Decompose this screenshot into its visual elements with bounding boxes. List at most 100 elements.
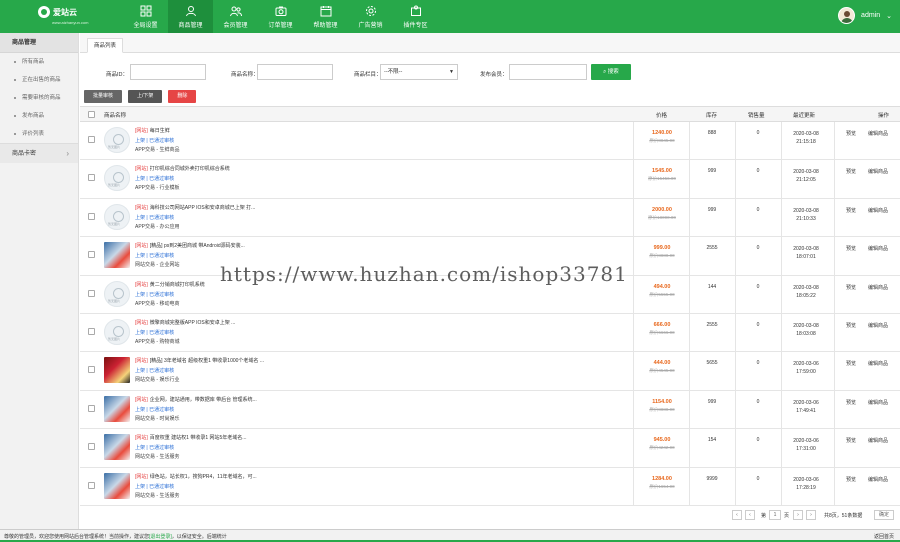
- goods-status[interactable]: 上架 | 已通过审核: [135, 137, 174, 144]
- goods-thumbnail[interactable]: [104, 472, 130, 499]
- edit-goods-link[interactable]: 编辑商品: [868, 245, 888, 252]
- shelf-toggle-button[interactable]: 上/下架: [128, 90, 163, 103]
- goods-thumbnail[interactable]: [104, 280, 130, 307]
- goods-title-text[interactable]: 微擎商城完整版APP IOS和安卓上架 ...: [150, 320, 235, 326]
- goods-thumbnail[interactable]: [104, 318, 130, 345]
- nav-item-plugins[interactable]: 插件专区: [393, 0, 438, 33]
- preview-link[interactable]: 预览: [846, 360, 856, 367]
- nav-item-marketing[interactable]: 广告营销: [348, 0, 393, 33]
- next-page-button[interactable]: ›: [793, 510, 803, 520]
- goods-title[interactable]: [网站] 绿色站，站长权1，搜狗PR4，11年老域名，可...: [135, 473, 300, 480]
- sidebar-group-card-keys[interactable]: 商品卡密 ›: [0, 143, 78, 163]
- goods-thumbnail[interactable]: [104, 127, 130, 153]
- goods-title-text[interactable]: 百度权重 建站权1 带收录1 网站5年老域名...: [150, 435, 247, 441]
- goods-thumbnail[interactable]: [104, 357, 130, 384]
- row-checkbox[interactable]: [88, 366, 95, 374]
- goods-thumbnail[interactable]: [104, 242, 130, 269]
- edit-goods-link[interactable]: 编辑商品: [868, 168, 888, 175]
- goods-status[interactable]: 上架 | 已通过审核: [135, 406, 174, 413]
- goods-title[interactable]: [网站] 打印机综合同城外卖打印机综合系统: [135, 165, 300, 172]
- goods-title[interactable]: [网站] [精品] ps到2美团商城 带Android源码安装...: [135, 242, 300, 249]
- goods-title-text[interactable]: [精品] 3年老域名 超级权重1 带收录1000个老域名 ...: [150, 358, 264, 364]
- goods-status[interactable]: 上架 | 已通过审核: [135, 252, 174, 259]
- row-checkbox[interactable]: [88, 327, 95, 335]
- nav-item-members[interactable]: 会员管理: [213, 0, 258, 33]
- goods-title-text[interactable]: 企业网，建站通用，带数据库 带后台 管理系统...: [150, 397, 257, 403]
- nav-item-help[interactable]: 帮助管理: [303, 0, 348, 33]
- search-button[interactable]: ⌕ 搜索: [591, 64, 631, 80]
- goods-status[interactable]: 上架 | 已通过审核: [135, 291, 174, 298]
- edit-goods-link[interactable]: 编辑商品: [868, 322, 888, 329]
- preview-link[interactable]: 预览: [846, 245, 856, 252]
- goods-title[interactable]: [网站] 每日生鲜: [135, 127, 300, 134]
- tab-goods-list[interactable]: 商品列表: [87, 38, 124, 53]
- row-checkbox[interactable]: [88, 136, 95, 143]
- goods-title-text[interactable]: [精品] ps到2美团商城 带Android源码安装...: [150, 243, 245, 249]
- edit-goods-link[interactable]: 编辑商品: [868, 476, 888, 483]
- edit-goods-link[interactable]: 编辑商品: [868, 284, 888, 291]
- edit-goods-link[interactable]: 编辑商品: [868, 399, 888, 406]
- preview-link[interactable]: 预览: [846, 284, 856, 291]
- chevron-down-icon[interactable]: ⌄: [886, 12, 892, 20]
- edit-goods-link[interactable]: 编辑商品: [868, 360, 888, 367]
- prev-page-button[interactable]: ‹: [745, 510, 755, 520]
- goods-status[interactable]: 上架 | 已通过审核: [135, 367, 174, 374]
- goods-thumbnail[interactable]: [104, 165, 130, 192]
- goods-title-text[interactable]: 黄二分销商城打印机系统: [150, 282, 205, 288]
- goods-status[interactable]: 上架 | 已通过审核: [135, 175, 174, 182]
- goods-title-text[interactable]: 海科技公司网站APP IOS和安卓商城已上架 打...: [150, 205, 255, 211]
- sidebar-item-on-sale[interactable]: 正在出售的商品: [0, 71, 78, 89]
- goods-title[interactable]: [网站] [精品] 3年老域名 超级权重1 带收录1000个老域名 ...: [135, 357, 300, 364]
- page-number-input[interactable]: 1: [769, 510, 781, 520]
- preview-link[interactable]: 预览: [846, 130, 856, 137]
- goods-thumbnail[interactable]: [104, 203, 130, 230]
- user-menu[interactable]: admin ⌄: [838, 7, 892, 24]
- goods-title[interactable]: [网站] 海科技公司网站APP IOS和安卓商城已上架 打...: [135, 204, 300, 211]
- member-input[interactable]: [509, 64, 587, 80]
- nav-item-goods[interactable]: 商品管理: [168, 0, 213, 33]
- goods-status[interactable]: 上架 | 已通过审核: [135, 483, 174, 490]
- row-checkbox[interactable]: [88, 251, 95, 259]
- sidebar-item-all-goods[interactable]: 所有商品: [0, 53, 78, 71]
- goods-status[interactable]: 上架 | 已通过审核: [135, 329, 174, 336]
- goods-title-text[interactable]: 打印机综合同城外卖打印机综合系统: [150, 166, 230, 172]
- row-checkbox[interactable]: [88, 404, 95, 412]
- first-page-button[interactable]: ‹: [732, 510, 742, 520]
- preview-link[interactable]: 预览: [846, 168, 856, 175]
- preview-link[interactable]: 预览: [846, 322, 856, 329]
- goods-thumbnail[interactable]: [104, 395, 130, 422]
- user-name[interactable]: admin: [861, 12, 880, 19]
- goods-thumbnail[interactable]: [104, 434, 130, 461]
- category-select[interactable]: --不限-- ▼: [380, 64, 458, 80]
- delete-button[interactable]: 删除: [168, 90, 197, 103]
- avatar[interactable]: [838, 7, 856, 24]
- preview-link[interactable]: 预览: [846, 476, 856, 483]
- sidebar-item-need-audit[interactable]: 需要审核的商品: [0, 89, 78, 107]
- back-home-link[interactable]: 返回首页: [874, 533, 894, 540]
- batch-audit-button[interactable]: 批量审核: [84, 90, 123, 103]
- nav-item-orders[interactable]: 订单管理: [258, 0, 303, 33]
- row-checkbox[interactable]: [88, 481, 95, 489]
- preview-link[interactable]: 预览: [846, 437, 856, 444]
- goods-status[interactable]: 上架 | 已通过审核: [135, 214, 174, 221]
- sidebar-item-publish[interactable]: 发布商品: [0, 107, 78, 125]
- logo[interactable]: 爱站云: [38, 6, 77, 18]
- nav-item-global-settings[interactable]: 全局设置: [123, 0, 168, 33]
- goods-name-input[interactable]: [257, 64, 333, 80]
- last-page-button[interactable]: ›: [806, 510, 816, 520]
- goods-id-input[interactable]: [130, 64, 206, 80]
- preview-link[interactable]: 预览: [846, 207, 856, 214]
- select-all-checkbox[interactable]: [88, 111, 95, 118]
- edit-goods-link[interactable]: 编辑商品: [868, 437, 888, 444]
- row-checkbox[interactable]: [88, 443, 95, 451]
- goods-title[interactable]: [网站] 微擎商城完整版APP IOS和安卓上架 ...: [135, 319, 300, 326]
- row-checkbox[interactable]: [88, 174, 95, 182]
- go-page-button[interactable]: 确定: [874, 510, 894, 520]
- edit-goods-link[interactable]: 编辑商品: [868, 130, 888, 137]
- goods-title-text[interactable]: 每日生鲜: [150, 128, 170, 134]
- goods-title-text[interactable]: 绿色站，站长权1，搜狗PR4，11年老域名，可...: [150, 474, 257, 480]
- row-checkbox[interactable]: [88, 212, 95, 220]
- goods-status[interactable]: 上架 | 已通过审核: [135, 444, 174, 451]
- edit-goods-link[interactable]: 编辑商品: [868, 207, 888, 214]
- preview-link[interactable]: 预览: [846, 399, 856, 406]
